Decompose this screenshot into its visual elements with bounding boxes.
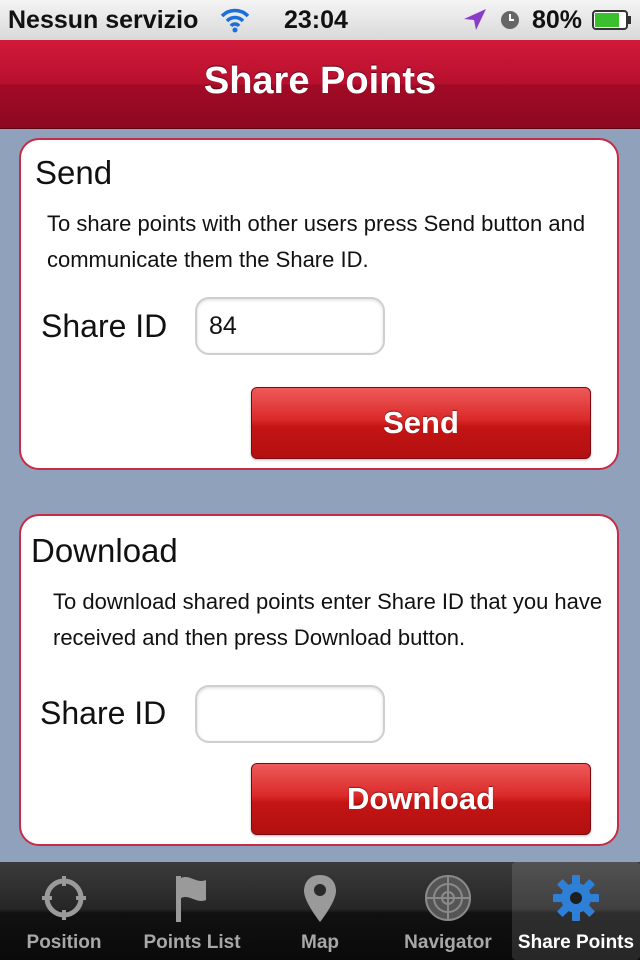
tab-label: Share Points xyxy=(517,932,635,953)
battery-icon xyxy=(592,10,631,30)
download-panel-title: Download xyxy=(31,532,178,569)
send-share-id-field[interactable] xyxy=(195,297,385,355)
tab-share-points[interactable]: Share Points xyxy=(512,862,640,960)
location-arrow-icon xyxy=(464,9,486,30)
share-id-label: Share ID xyxy=(40,695,167,731)
navigation-bar: Share Points xyxy=(0,40,640,129)
tab-points-list[interactable]: Points List xyxy=(128,862,256,960)
tab-bar: Position Points List Map Navigator Share… xyxy=(0,862,640,960)
clock: 23:04 xyxy=(284,6,348,34)
tab-label: Points List xyxy=(143,932,241,953)
battery-percent: 80% xyxy=(532,6,583,34)
send-description: To share points with other users press S… xyxy=(47,211,586,272)
map-pin-icon xyxy=(304,875,336,922)
crosshair-icon xyxy=(42,876,86,920)
download-panel: Download To download shared points enter… xyxy=(19,514,619,846)
status-bar: Nessun servizio 23:04 80% xyxy=(0,0,640,40)
tab-label: Map xyxy=(301,932,339,953)
tab-position[interactable]: Position xyxy=(0,862,128,960)
alarm-icon xyxy=(501,11,519,29)
tab-label: Position xyxy=(26,932,102,953)
carrier-label: Nessun servizio xyxy=(8,6,199,34)
radar-icon xyxy=(425,875,471,921)
tab-label: Navigator xyxy=(404,932,492,953)
wifi-icon xyxy=(220,8,250,33)
flag-icon xyxy=(176,876,206,922)
send-panel-title: Send xyxy=(35,154,113,191)
tab-map[interactable]: Map xyxy=(256,862,384,960)
gear-icon xyxy=(553,875,599,921)
download-button[interactable]: Download xyxy=(251,763,591,835)
download-share-id-field[interactable] xyxy=(195,685,385,743)
page-title: Share Points xyxy=(203,60,437,102)
tab-navigator[interactable]: Navigator xyxy=(384,862,512,960)
download-description: To download shared points enter Share ID… xyxy=(53,589,603,650)
send-button[interactable]: Send xyxy=(251,387,591,459)
send-panel: Send To share points with other users pr… xyxy=(19,138,619,470)
share-id-label: Share ID xyxy=(41,308,168,344)
